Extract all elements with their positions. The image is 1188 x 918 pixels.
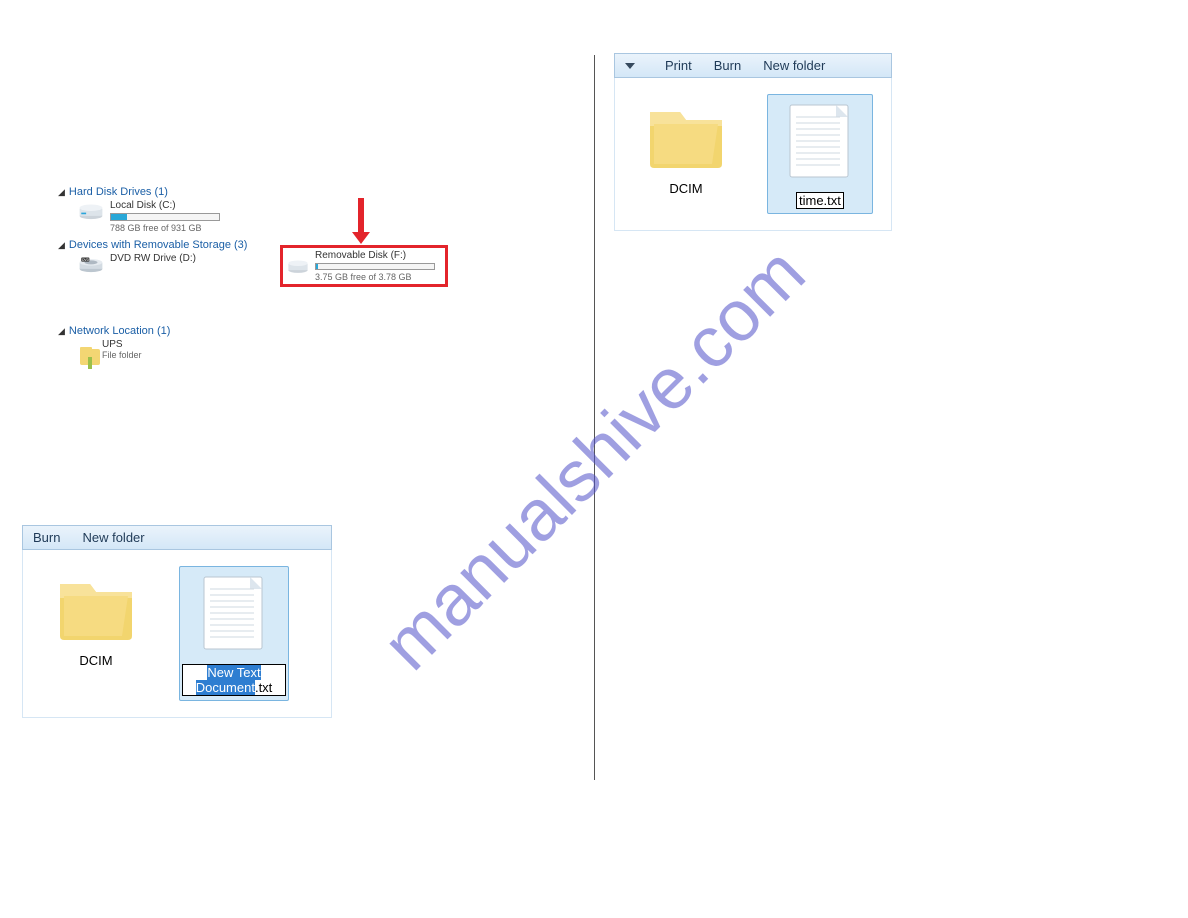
dcim-folder[interactable]: DCIM (633, 94, 739, 196)
column-divider (594, 55, 595, 780)
hard-drive-icon (78, 200, 104, 222)
explorer-panel-newdoc: Burn New folder DCIM (22, 525, 332, 718)
dcim-label: DCIM (633, 181, 739, 196)
ups-sub: File folder (102, 350, 398, 360)
time-txt-label: time.txt (770, 192, 870, 209)
text-file-icon (198, 573, 270, 655)
dcim-folder[interactable]: DCIM (41, 566, 151, 668)
removable-disk-free: 3.75 GB free of 3.78 GB (315, 272, 441, 282)
new-folder-button[interactable]: New folder (763, 58, 825, 73)
removable-disk-label: Removable Disk (F:) (315, 250, 441, 261)
expand-icon: ◢ (58, 187, 65, 197)
explorer-panel-timefile: Print Burn New folder DCIM (614, 53, 892, 231)
file-area-3[interactable]: DCIM time.txt (614, 78, 892, 231)
group-hard-disk[interactable]: ◢Hard Disk Drives (1) (58, 186, 398, 198)
new-text-doc-file[interactable]: New Text Document.txt (179, 566, 289, 701)
removable-disk-icon (287, 257, 309, 275)
folder-icon (644, 94, 728, 172)
new-folder-button[interactable]: New folder (82, 530, 144, 545)
removable-disk-highlight[interactable]: Removable Disk (F:) 3.75 GB free of 3.78… (280, 245, 448, 287)
print-button[interactable]: Print (665, 58, 692, 73)
svg-text:DVD: DVD (82, 258, 90, 262)
removable-disk-usage-bar (315, 263, 435, 270)
folder-ups-icon (78, 339, 102, 369)
local-disk-row[interactable]: Local Disk (C:) 788 GB free of 931 GB (78, 200, 398, 233)
local-disk-usage-bar (110, 213, 220, 221)
expand-icon: ◢ (58, 240, 65, 250)
time-txt-file[interactable]: time.txt (767, 94, 873, 214)
dcim-label: DCIM (41, 653, 151, 668)
ups-row[interactable]: UPS File folder (78, 339, 398, 369)
red-arrow-icon (358, 198, 364, 234)
drives-panel: ◢Hard Disk Drives (1) Local Disk (C:) 78… (58, 180, 398, 373)
expand-icon: ◢ (58, 326, 65, 336)
text-file-icon (784, 101, 856, 183)
dvd-drive-icon: DVD (78, 253, 104, 275)
group-network[interactable]: ◢Network Location (1) (58, 325, 398, 337)
ups-label: UPS (102, 339, 398, 350)
toolbar-2: Burn New folder (22, 525, 332, 550)
folder-icon (54, 566, 138, 644)
burn-button[interactable]: Burn (33, 530, 60, 545)
file-area-2[interactable]: DCIM New Text Document.txt (22, 550, 332, 718)
new-text-doc-label[interactable]: New Text Document.txt (182, 664, 286, 696)
burn-button[interactable]: Burn (714, 58, 741, 73)
dropdown-icon[interactable] (625, 63, 635, 69)
toolbar-3: Print Burn New folder (614, 53, 892, 78)
local-disk-label: Local Disk (C:) (110, 200, 398, 211)
